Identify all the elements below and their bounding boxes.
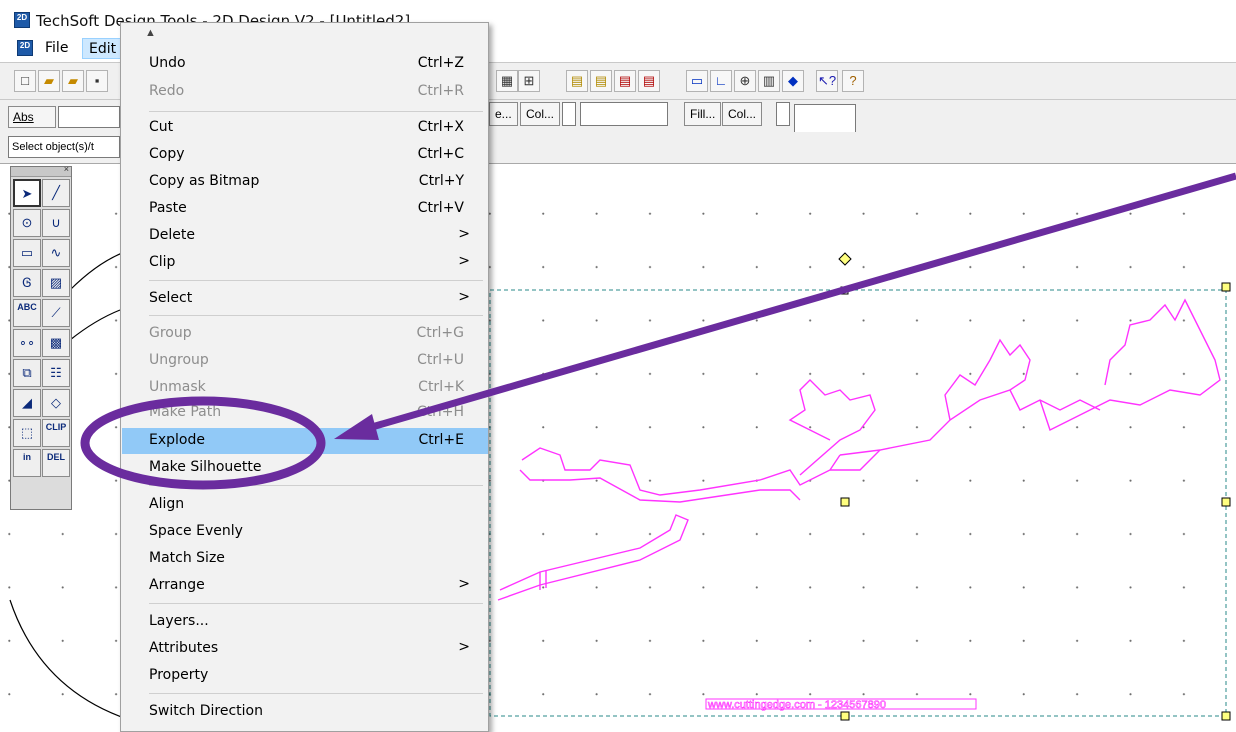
annotation-arrow-line (364, 172, 1236, 433)
annotation-arrow-head (334, 414, 379, 440)
annotation-layer (80, 172, 1236, 490)
highlight-ellipse (80, 396, 326, 490)
